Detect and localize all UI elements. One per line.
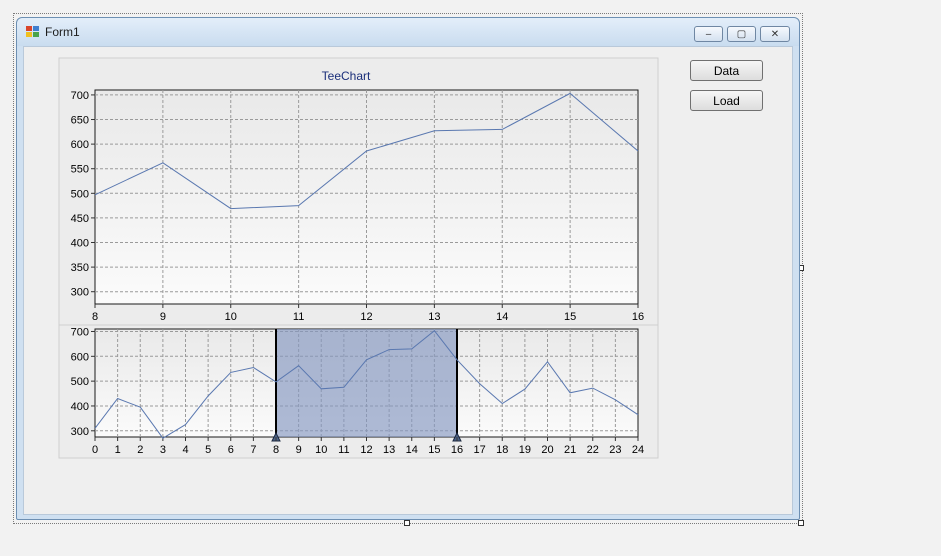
nav-x-tick-label: 9 [296,444,302,456]
main-y-tick-label: 300 [71,287,89,299]
main-y-tick-label: 450 [71,213,89,225]
nav-x-tick-label: 5 [205,444,211,456]
main-y-tick-label: 600 [71,139,89,151]
nav-x-tick-label: 1 [115,444,121,456]
nav-x-tick-label: 11 [338,444,349,456]
nav-x-tick-label: 0 [92,444,98,456]
main-y-tick-label: 500 [71,188,89,200]
nav-y-tick-label: 700 [71,326,89,338]
nav-x-tick-label: 12 [360,444,372,456]
nav-y-tick-label: 300 [71,426,89,438]
nav-x-tick-label: 8 [273,444,279,456]
nav-x-tick-label: 14 [406,444,418,456]
nav-x-tick-label: 10 [315,444,327,456]
nav-y-tick-label: 500 [71,376,89,388]
main-y-tick-label: 400 [71,238,89,250]
nav-x-tick-label: 20 [541,444,553,456]
nav-x-tick-label: 13 [383,444,395,456]
nav-x-tick-label: 22 [587,444,599,456]
main-x-tick-label: 9 [160,311,166,323]
main-y-tick-label: 550 [71,164,89,176]
nav-y-tick-label: 400 [71,401,89,413]
main-x-tick-label: 16 [632,311,644,323]
chart-area: TeeChart 8 9 10 11 12 13 14 15 16 30035040045050… [58,57,659,459]
nav-x-tick-label: 23 [609,444,621,456]
nav-x-tick-label: 19 [519,444,531,456]
main-x-tick-label: 14 [496,311,508,323]
chart-title: TeeChart [322,69,371,83]
nav-x-tick-label: 21 [564,444,576,456]
main-x-tick-label: 13 [428,311,440,323]
main-y-tick-label: 700 [71,90,89,102]
main-x-tick-label: 15 [564,311,576,323]
main-x-tick-label: 8 [92,311,98,323]
nav-x-tick-label: 4 [182,444,188,456]
nav-y-tick-label: 600 [71,351,89,363]
main-y-tick-label: 650 [71,115,89,127]
main-y-tick-label: 350 [71,262,89,274]
nav-x-tick-label: 16 [451,444,463,456]
range-selection[interactable] [276,329,457,437]
main-x-tick-label: 12 [360,311,372,323]
nav-x-tick-label: 3 [160,444,166,456]
nav-x-tick-label: 17 [474,444,486,456]
main-x-tick-label: 10 [225,311,237,323]
nav-x-tick-label: 24 [632,444,644,456]
main-x-tick-label: 11 [293,311,304,323]
nav-x-tick-label: 6 [228,444,234,456]
nav-x-tick-label: 18 [496,444,508,456]
nav-x-tick-label: 7 [250,444,256,456]
nav-x-tick-label: 2 [137,444,143,456]
nav-x-tick-label: 15 [428,444,440,456]
